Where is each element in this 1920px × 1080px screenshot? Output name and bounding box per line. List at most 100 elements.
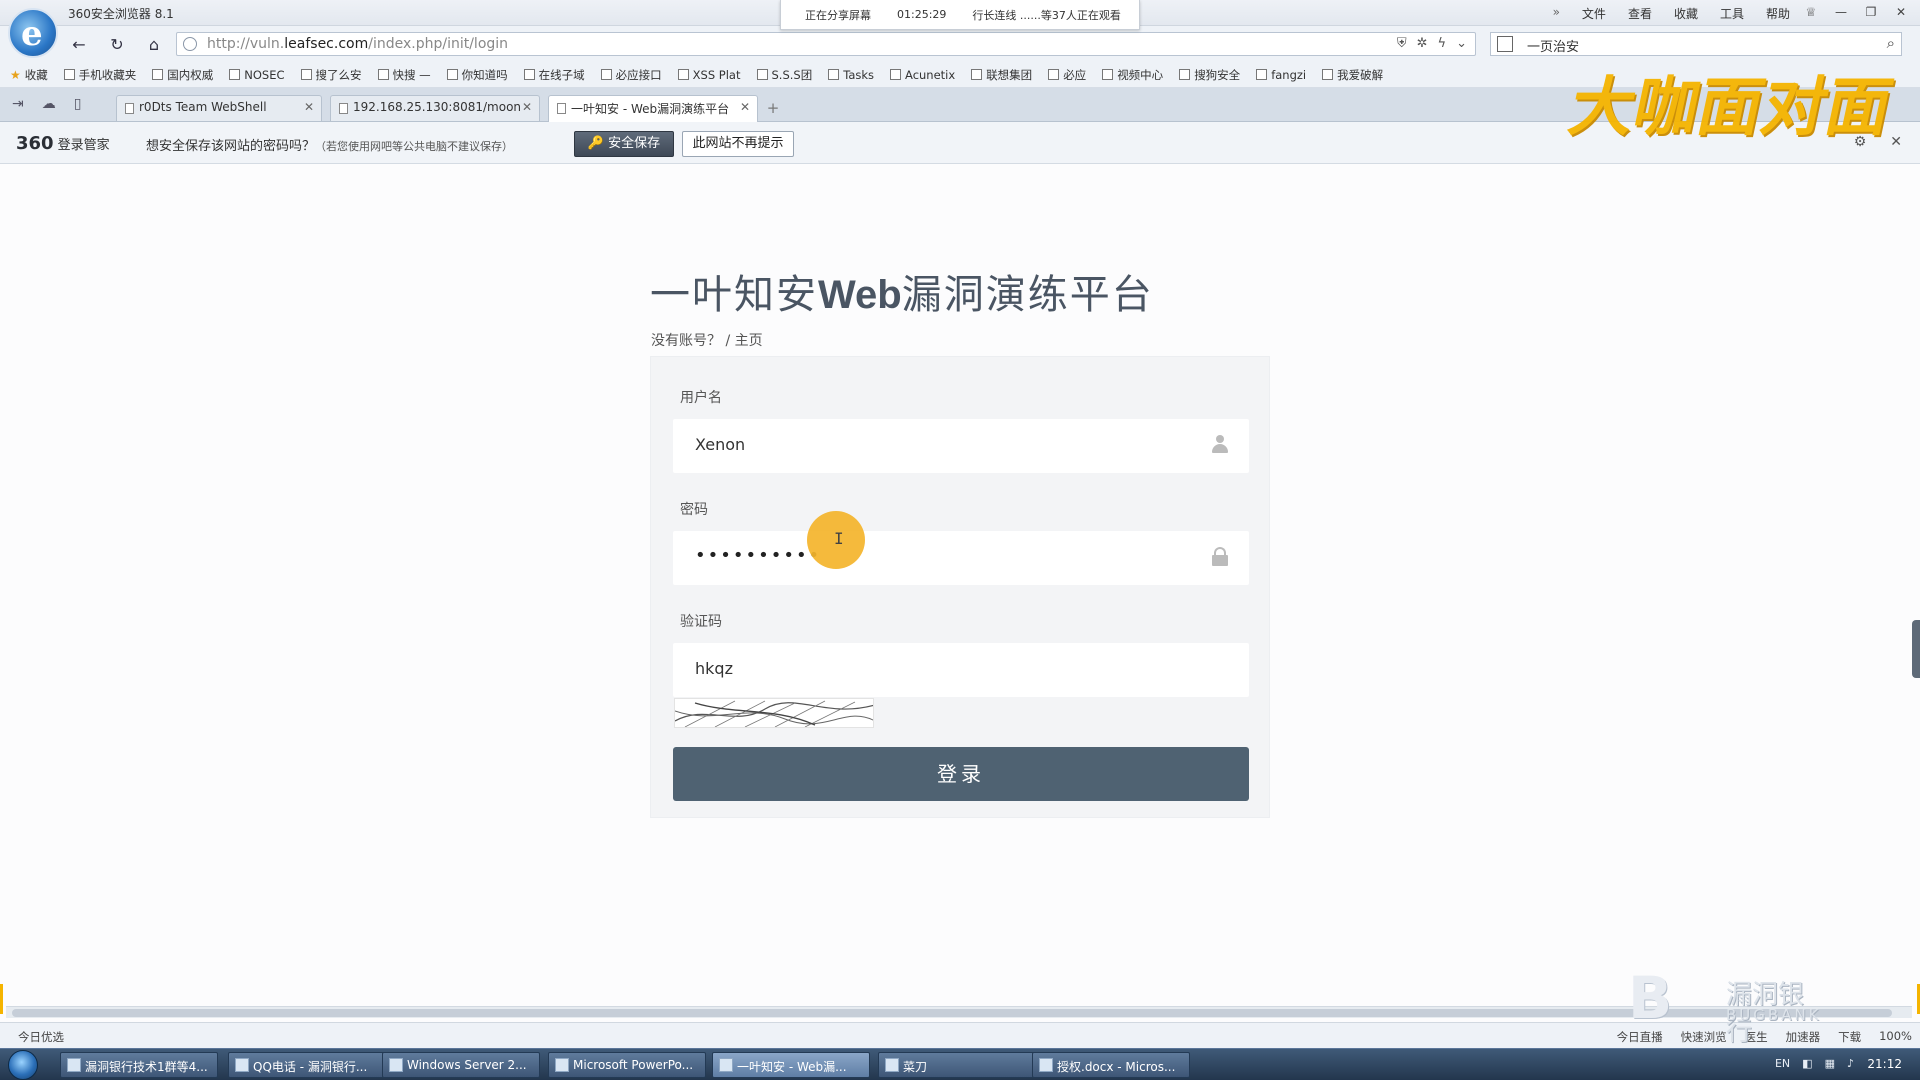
favorite-item[interactable]: 快搜 — [377, 67, 431, 83]
app-icon [555, 1058, 569, 1072]
safe-save-button[interactable]: 🔑 安全保存 [574, 131, 674, 157]
taskbar-item[interactable]: QQ电话 - 漏洞银行... [228, 1052, 386, 1078]
register-link[interactable]: 没有账号？ [651, 333, 721, 349]
cloud-icon[interactable]: ☁ [42, 96, 56, 112]
skin-icon[interactable]: ♕ [1798, 2, 1824, 22]
browser-logo-icon[interactable]: e [8, 8, 58, 58]
tray-icon[interactable]: ▦ [1825, 1057, 1835, 1070]
home-link[interactable]: 主页 [735, 333, 763, 349]
sidebar-toggle-icon[interactable]: ⇥ [12, 96, 24, 112]
search-icon[interactable]: ⌕ [1887, 34, 1895, 52]
favorite-item[interactable]: Tasks [828, 68, 874, 82]
back-button[interactable]: ← [66, 33, 92, 57]
shield-icon[interactable]: ⛨ [1397, 36, 1407, 51]
page-icon [971, 69, 983, 80]
tab-webshell[interactable]: r0Dts Team WebShell ✕ [116, 95, 322, 121]
captcha-field[interactable]: hkqz [673, 643, 1249, 697]
password-field[interactable]: •••••••••• [673, 531, 1249, 585]
text-cursor-icon: I [834, 529, 844, 548]
tab-leafsec-active[interactable]: 一叶知安 - Web漏洞演练平台 ✕ [548, 95, 758, 123]
captcha-noise-graphic [675, 700, 873, 727]
favorite-item[interactable]: XSS Plat [677, 67, 741, 82]
favorite-item[interactable]: 在线子域 [523, 67, 585, 83]
close-window-button[interactable]: ✕ [1888, 2, 1914, 22]
status-tool-item[interactable]: 快速浏览 [1681, 1029, 1727, 1045]
close-icon[interactable]: ✕ [1890, 134, 1902, 150]
page-icon [339, 103, 348, 114]
chevron-down-icon[interactable]: ⌄ [1456, 36, 1467, 51]
username-field[interactable]: Xenon [673, 419, 1249, 473]
favorite-label: 在线子域 [538, 67, 585, 82]
favorite-item[interactable]: 搜了么安 [300, 67, 362, 83]
watermark-logo: 大咖面对面 [1562, 71, 1899, 145]
menu-favorites[interactable]: 收藏 [1674, 5, 1698, 22]
captcha-image[interactable] [674, 698, 874, 728]
close-tab-icon[interactable]: ✕ [740, 100, 750, 114]
page-icon [446, 69, 458, 80]
favorite-item[interactable]: 国内权威 [152, 67, 213, 83]
favorite-item[interactable]: ★ 收藏 [10, 67, 48, 83]
minimize-button[interactable]: — [1828, 2, 1854, 22]
password-save-question: 想安全保存该网站的密码吗？（若您使用网吧等公共电脑不建议保存） [146, 139, 514, 154]
never-remind-button[interactable]: 此网站不再提示 [682, 131, 794, 157]
status-today[interactable]: 今日优选 [18, 1029, 64, 1045]
tab-label: r0Dts Team WebShell [139, 100, 267, 114]
favorite-item[interactable]: 视频中心 [1102, 67, 1163, 83]
app-icon [719, 1058, 733, 1072]
horizontal-scrollbar[interactable] [6, 1006, 1912, 1018]
menu-file[interactable]: 文件 [1582, 5, 1606, 22]
close-tab-icon[interactable]: ✕ [304, 100, 314, 114]
tray-icon[interactable]: ♪ [1847, 1057, 1854, 1070]
page-icon [756, 69, 768, 80]
taskbar-item[interactable]: Microsoft PowerPo... [548, 1052, 706, 1078]
menu-tools[interactable]: 工具 [1720, 5, 1744, 22]
search-input[interactable]: 一页治安 ⌕ [1490, 32, 1902, 56]
page-icon [125, 103, 134, 114]
taskbar-item[interactable]: 漏洞银行技术1群等4... [60, 1052, 218, 1078]
favorite-item[interactable]: 必应 [1048, 67, 1086, 83]
scrollbar-thumb[interactable] [12, 1009, 1892, 1017]
site-info-icon[interactable] [183, 37, 197, 51]
page-icon [1256, 69, 1268, 80]
side-scroll-handle[interactable] [1912, 620, 1920, 678]
home-button[interactable]: ⌂ [141, 33, 167, 57]
favorite-item[interactable]: Acunetix [890, 68, 955, 82]
favorite-item[interactable]: 搜狗安全 [1179, 67, 1240, 83]
captcha-label: 验证码 [680, 614, 722, 630]
gear-icon[interactable]: ✲ [1417, 36, 1428, 51]
favorite-item[interactable]: 联想集团 [971, 67, 1032, 83]
favorite-item[interactable]: 手机收藏夹 [63, 67, 136, 83]
taskbar-item[interactable]: 授权.docx - Micros... [1032, 1052, 1190, 1078]
favorite-label: NOSEC [244, 67, 285, 82]
restore-button[interactable]: ❐ [1858, 2, 1884, 22]
more-icon[interactable]: » [1553, 5, 1560, 22]
close-tab-icon[interactable]: ✕ [522, 100, 532, 114]
login-button[interactable]: 登录 [673, 747, 1249, 801]
tray-icon[interactable]: EN [1775, 1057, 1790, 1070]
favorite-label: XSS Plat [692, 67, 741, 82]
phone-icon[interactable]: ▯ [74, 96, 82, 112]
url-input[interactable]: http://vuln.leafsec.com/index.php/init/l… [176, 32, 1476, 56]
status-tool-item[interactable]: 100% [1879, 1029, 1912, 1045]
favorite-item[interactable]: 我爱破解 [1322, 67, 1383, 83]
password-value: •••••••••• [695, 545, 822, 566]
taskbar-item[interactable]: Windows Server 2... [382, 1052, 540, 1078]
tab-moon[interactable]: 192.168.25.130:8081/moon ✕ [330, 95, 540, 121]
favorite-item[interactable]: 你知道吗 [446, 67, 508, 83]
favorite-item[interactable]: 必应接口 [600, 67, 662, 83]
taskbar-item[interactable]: 一叶知安 - Web漏... [712, 1052, 870, 1078]
favorite-label: 视频中心 [1117, 67, 1164, 82]
new-tab-button[interactable]: + [764, 99, 782, 117]
taskbar-item[interactable]: 菜刀 [878, 1052, 1036, 1078]
favorite-item[interactable]: fangzi [1256, 68, 1306, 82]
lightning-icon[interactable]: ϟ [1438, 36, 1447, 51]
start-button[interactable] [8, 1050, 38, 1080]
favorite-item[interactable]: NOSEC [229, 67, 285, 82]
favorite-item[interactable]: S.S.S团 [756, 67, 812, 83]
tray-icon[interactable]: ◧ [1802, 1057, 1812, 1070]
refresh-button[interactable]: ↻ [104, 33, 130, 57]
menu-view[interactable]: 查看 [1628, 5, 1652, 22]
status-tool-item[interactable]: 下载 [1838, 1029, 1861, 1045]
menu-help[interactable]: 帮助 [1766, 5, 1790, 22]
search-engine-icon[interactable] [1497, 36, 1513, 52]
